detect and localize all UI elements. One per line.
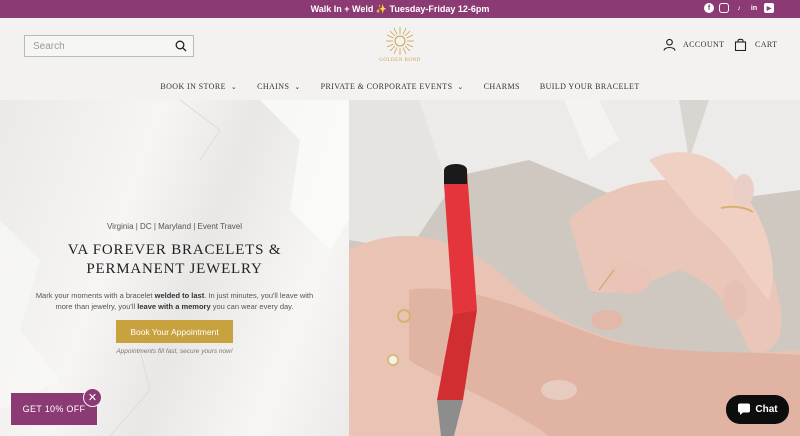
headline-line-1: VA FOREVER BRACELETS &	[67, 242, 282, 258]
social-links: f ♪ in ▶	[704, 3, 774, 13]
main-nav: BOOK IN STORE ⌄ CHAINS ⌄ PRIVATE & CORPO…	[0, 82, 800, 91]
search-box[interactable]	[24, 35, 194, 57]
sun-logo-icon	[386, 27, 414, 55]
hero-photo	[349, 100, 800, 436]
chevron-down-icon: ⌄	[294, 82, 301, 91]
hero-headline: VA FOREVER BRACELETS & PERMANENT JEWELRY	[0, 241, 349, 279]
search-input[interactable]	[25, 36, 165, 57]
nav-label: PRIVATE & CORPORATE EVENTS	[320, 82, 453, 91]
youtube-icon[interactable]: ▶	[764, 3, 774, 13]
nav-item-charms[interactable]: CHARMS	[484, 82, 520, 91]
tiktok-icon[interactable]: ♪	[734, 3, 744, 13]
chevron-down-icon: ⌄	[230, 82, 238, 91]
user-icon	[663, 38, 676, 51]
chat-bubble-icon	[738, 403, 751, 415]
linkedin-icon[interactable]: in	[749, 3, 759, 13]
nav-item-chains[interactable]: CHAINS ⌄	[257, 82, 300, 91]
chevron-down-icon: ⌄	[457, 82, 464, 91]
nav-item-events[interactable]: PRIVATE & CORPORATE EVENTS ⌄	[321, 82, 464, 91]
book-appointment-button[interactable]: Book Your Appointment	[116, 320, 233, 343]
search-icon[interactable]	[175, 40, 187, 52]
close-icon[interactable]: ✕	[83, 388, 102, 407]
cart-link[interactable]: CART	[734, 38, 777, 51]
body-bold-1: welded to last	[154, 291, 205, 300]
site-header: GOLDEN BOND ACCOUNT CART BOOK IN STORE ⌄…	[0, 18, 800, 100]
body-text-1: Mark your moments with a bracelet	[35, 291, 155, 300]
chat-button[interactable]: Chat	[726, 395, 789, 424]
instagram-icon[interactable]	[719, 3, 729, 13]
nav-item-build-bracelet[interactable]: BUILD YOUR BRACELET	[540, 82, 640, 91]
account-label: ACCOUNT	[683, 40, 725, 49]
cart-label: CART	[755, 40, 778, 49]
nav-label: BOOK IN STORE	[160, 82, 226, 91]
headline-line-2: PERMANENT JEWELRY	[86, 261, 263, 277]
bag-icon	[734, 38, 747, 51]
hero-eyebrow: Virginia | DC | Maryland | Event Travel	[106, 222, 243, 231]
hero-image	[349, 100, 800, 436]
announcement-bar: Walk In + Weld ✨ Tuesday-Friday 12-6pm f…	[0, 0, 800, 18]
account-link[interactable]: ACCOUNT	[663, 38, 724, 51]
announcement-text: Walk In + Weld ✨ Tuesday-Friday 12-6pm	[310, 3, 490, 14]
nav-label: CHARMS	[483, 82, 520, 91]
hero-body: Mark your moments with a bracelet welded…	[28, 290, 321, 312]
chat-label: Chat	[755, 404, 778, 415]
nav-label: BUILD YOUR BRACELET	[539, 82, 640, 91]
body-bold-2: leave with a memory	[137, 302, 211, 311]
logo-text: GOLDEN BOND	[379, 58, 421, 63]
brand-logo[interactable]: GOLDEN BOND	[368, 26, 432, 70]
nav-label: CHAINS	[257, 82, 290, 91]
facebook-icon[interactable]: f	[704, 3, 714, 13]
body-text-3: you can wear every day.	[210, 302, 294, 311]
hero-note: Appointments fill fast, secure yours now…	[116, 348, 233, 355]
nav-item-book-in-store[interactable]: BOOK IN STORE ⌄	[160, 82, 237, 91]
